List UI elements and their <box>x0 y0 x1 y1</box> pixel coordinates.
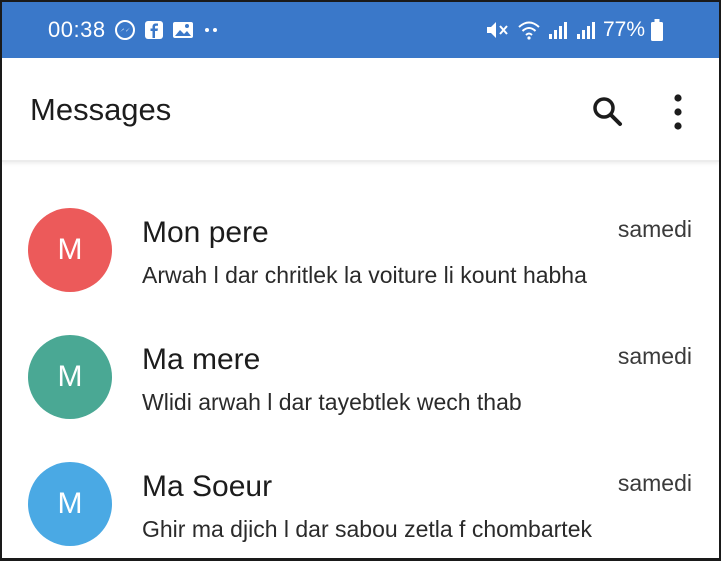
page-title: Messages <box>30 92 172 127</box>
status-bar-left: 00:38 <box>48 2 220 58</box>
signal-icon <box>575 20 597 40</box>
wifi-icon <box>517 20 541 40</box>
battery-percent: 77% <box>602 18 645 41</box>
signal-icon <box>547 20 569 40</box>
conversation-list: M Mon pere samedi Arwah l dar chritlek l… <box>2 180 719 558</box>
avatar-letter: M <box>57 487 83 520</box>
gallery-icon <box>172 20 194 40</box>
facebook-icon <box>144 20 164 40</box>
mute-icon <box>485 19 511 41</box>
contact-name: Mon pere <box>142 216 269 249</box>
avatar: M <box>28 462 112 546</box>
more-dots-icon <box>202 25 220 35</box>
contact-name: Ma Soeur <box>142 470 273 503</box>
avatar-letter: M <box>57 360 83 393</box>
contact-name: Ma mere <box>142 343 261 376</box>
more-vert-icon[interactable] <box>666 92 690 132</box>
message-preview: Arwah l dar chritlek la voiture li kount… <box>142 262 587 288</box>
avatar: M <box>28 335 112 419</box>
screenshot-frame: 00:38 77% Messages M Mon pere samedi Arw… <box>2 2 719 558</box>
conversation-item-mon-pere[interactable]: M Mon pere samedi Arwah l dar chritlek l… <box>2 180 719 307</box>
message-preview: Wlidi arwah l dar tayebtlek wech thab <box>142 389 522 415</box>
status-time: 00:38 <box>48 17 106 42</box>
messenger-icon <box>114 19 136 41</box>
message-preview: Ghir ma djich l dar sabou zetla f chomba… <box>142 516 592 542</box>
battery-icon <box>651 19 663 41</box>
message-time: samedi <box>617 343 692 369</box>
search-icon[interactable] <box>590 94 626 130</box>
status-bar: 00:38 77% <box>2 2 719 58</box>
avatar: M <box>28 208 112 292</box>
app-bar: Messages <box>2 58 719 162</box>
conversation-item-ma-mere[interactable]: M Ma mere samedi Wlidi arwah l dar tayeb… <box>2 307 719 434</box>
message-time: samedi <box>617 216 692 242</box>
avatar-letter: M <box>57 233 83 266</box>
status-bar-right: 77% <box>485 2 663 58</box>
message-time: samedi <box>617 470 692 496</box>
conversation-item-ma-soeur[interactable]: M Ma Soeur samedi Ghir ma djich l dar sa… <box>2 434 719 558</box>
